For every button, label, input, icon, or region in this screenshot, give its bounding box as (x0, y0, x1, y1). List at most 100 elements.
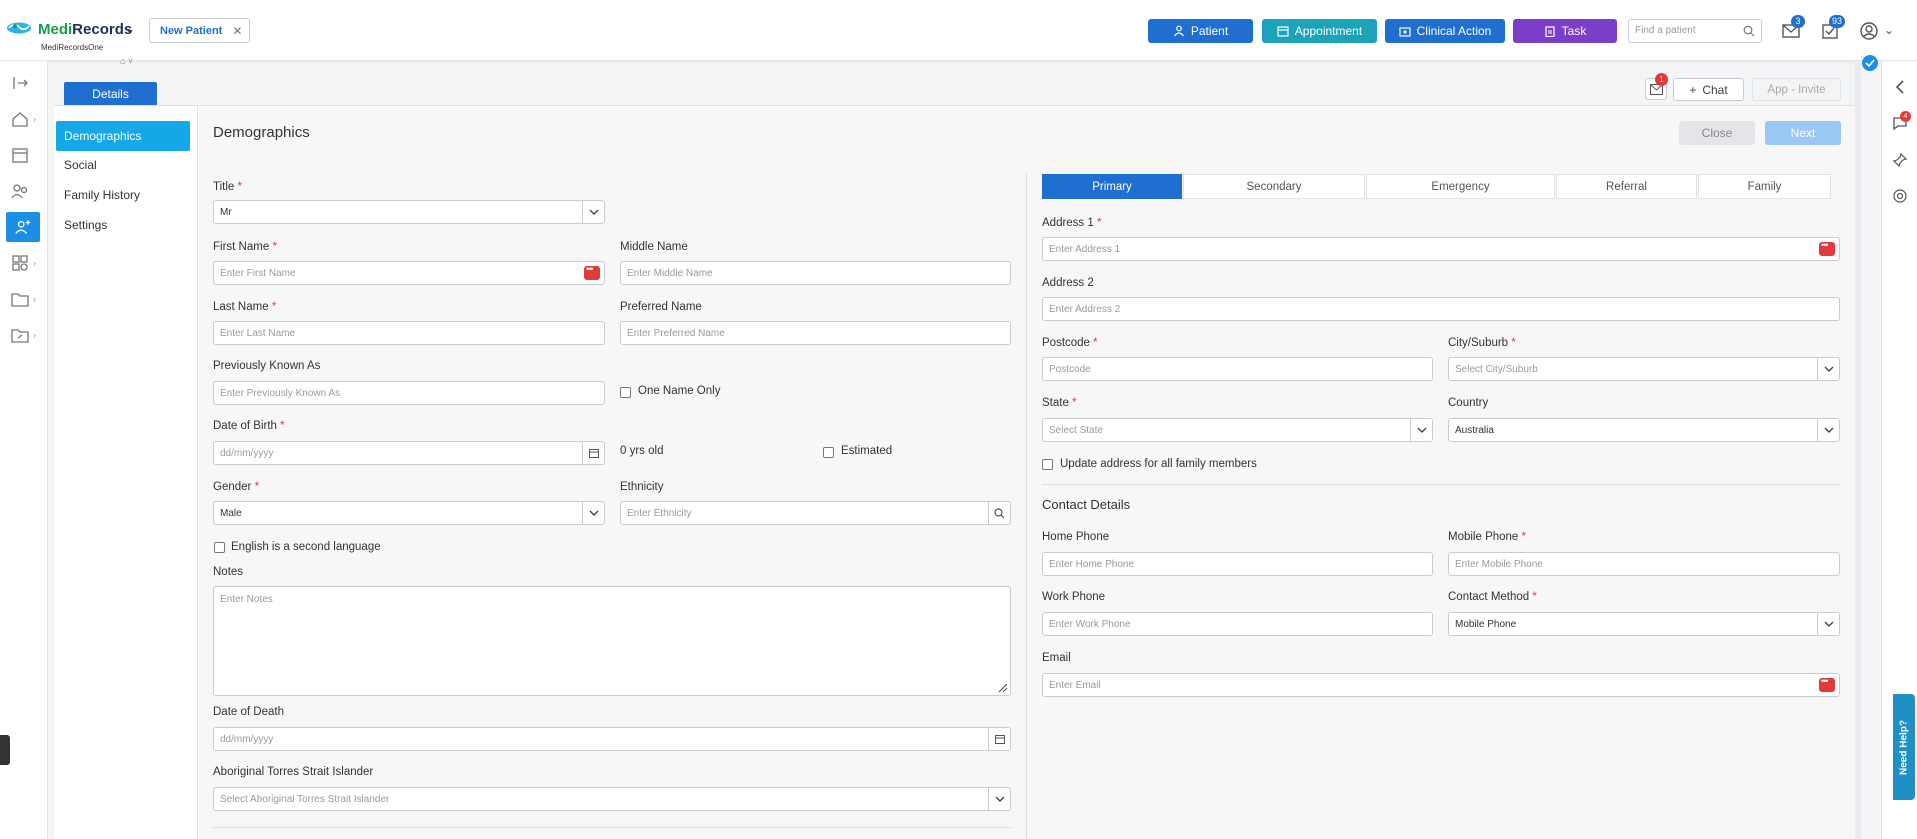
city-label: City/Suburb * (1448, 337, 1516, 349)
chevron-down-icon[interactable] (582, 502, 604, 524)
city-select[interactable]: Select City/Suburb (1448, 357, 1840, 381)
search-icon[interactable] (1743, 25, 1755, 37)
calendar-icon (1277, 26, 1289, 37)
breadcrumb-home-icon[interactable]: ⌂ ˅ (120, 56, 133, 66)
one-name-only-checkbox[interactable] (620, 387, 631, 398)
chevron-right-icon: › (33, 330, 36, 340)
preferred-name-input[interactable]: Enter Preferred Name (620, 321, 1011, 345)
first-name-input[interactable]: Enter First Name (213, 261, 605, 285)
home-phone-input[interactable]: Enter Home Phone (1042, 552, 1433, 576)
chevron-down-icon[interactable] (1410, 419, 1432, 441)
tab-primary[interactable]: Primary (1042, 174, 1182, 199)
need-help-button[interactable]: Need Help? (1893, 694, 1915, 800)
calendar-icon[interactable] (582, 442, 604, 464)
home-icon[interactable] (10, 109, 30, 129)
task-button[interactable]: Task (1513, 19, 1617, 43)
tab-family[interactable]: Family (1698, 174, 1831, 199)
preferred-name-label: Preferred Name (620, 301, 702, 313)
divider (1042, 484, 1840, 485)
dob-input[interactable]: dd/mm/yyyy (213, 441, 605, 465)
english-second-language-label: English is a second language (231, 541, 381, 553)
country-select[interactable]: Australia (1448, 418, 1840, 442)
contact-method-select[interactable]: Mobile Phone (1448, 612, 1840, 636)
resize-handle-icon[interactable] (998, 683, 1008, 693)
folder-share-icon[interactable] (10, 325, 30, 345)
last-name-input[interactable]: Enter Last Name (213, 321, 605, 345)
tab-referral[interactable]: Referral (1556, 174, 1697, 199)
email-input[interactable]: Enter Email (1042, 673, 1840, 697)
chevron-down-icon[interactable] (1817, 419, 1839, 441)
estimated-checkbox[interactable] (823, 447, 834, 458)
subnav-item-demographics[interactable]: Demographics (56, 121, 190, 151)
calendar-icon[interactable] (988, 728, 1010, 750)
patient-icon (15, 220, 31, 234)
brand-name[interactable]: MediRecords (38, 21, 132, 38)
close-button[interactable]: Close (1679, 121, 1755, 145)
floating-tool-button[interactable] (0, 735, 10, 765)
atsi-label: Aboriginal Torres Strait Islander (213, 766, 374, 778)
medical-bag-icon (1399, 27, 1411, 37)
ethnicity-input[interactable]: Enter Ethnicity (620, 501, 1011, 525)
users-icon[interactable] (10, 181, 30, 201)
chevron-down-icon[interactable]: ⌄ (1884, 23, 1894, 37)
patients-nav-active[interactable] (6, 212, 40, 242)
calendar-icon[interactable] (10, 145, 30, 165)
close-icon[interactable]: ✕ (232, 24, 242, 38)
work-phone-input[interactable]: Enter Work Phone (1042, 612, 1433, 636)
subnav-item-settings[interactable]: Settings (56, 210, 190, 240)
next-button[interactable]: Next (1765, 121, 1841, 145)
more-options-icon[interactable] (1819, 676, 1835, 692)
chevron-down-icon[interactable] (1817, 613, 1839, 635)
patient-button[interactable]: Patient (1148, 19, 1253, 43)
notifications-button[interactable]: 1 (1645, 73, 1668, 100)
at-sign-icon[interactable] (1892, 188, 1908, 204)
appointment-button[interactable]: Appointment (1262, 19, 1377, 43)
gender-select[interactable]: Male (213, 501, 605, 525)
chevron-down-icon[interactable] (582, 201, 604, 223)
app-invite-button[interactable]: App - Invite (1752, 78, 1841, 101)
chat-button[interactable]: + Chat (1673, 78, 1744, 101)
chat-label: Chat (1702, 82, 1728, 97)
mobile-phone-input[interactable]: Enter Mobile Phone (1448, 552, 1840, 576)
address2-input[interactable]: Enter Address 2 (1042, 297, 1840, 321)
update-family-address-checkbox[interactable] (1042, 459, 1053, 470)
previously-known-input[interactable]: Enter Previously Known As (213, 381, 605, 405)
logout-icon[interactable] (10, 73, 30, 93)
chevron-down-icon[interactable] (988, 788, 1010, 810)
open-tab-new-patient[interactable]: New Patient ✕ (149, 18, 250, 43)
postcode-input[interactable]: Postcode (1042, 357, 1433, 381)
grid-apps-icon[interactable] (10, 253, 30, 273)
search-icon[interactable] (988, 502, 1010, 524)
chevron-down-icon[interactable] (1817, 358, 1839, 380)
english-second-language-checkbox[interactable] (214, 542, 225, 553)
state-select[interactable]: Select State (1042, 418, 1433, 442)
tab-emergency[interactable]: Emergency (1366, 174, 1555, 199)
need-help-label: Need Help? (1898, 719, 1910, 775)
chevron-right-icon: › (33, 294, 36, 304)
address1-input[interactable]: Enter Address 1 (1042, 237, 1840, 261)
user-account-icon[interactable] (1859, 21, 1879, 41)
atsi-select[interactable]: Select Aboriginal Torres Strait Islander (213, 787, 1011, 811)
more-options-icon[interactable] (1819, 240, 1835, 256)
check-status-icon[interactable] (1862, 55, 1878, 71)
chevron-left-icon[interactable] (1894, 80, 1906, 94)
middle-name-input[interactable]: Enter Middle Name (620, 261, 1011, 285)
subnav-item-social[interactable]: Social (56, 150, 190, 180)
chevron-down-icon[interactable]: ⌄ (125, 22, 135, 36)
tab-details[interactable]: Details (64, 82, 157, 105)
notes-textarea[interactable]: Enter Notes (213, 586, 1011, 696)
work-phone-label: Work Phone (1042, 591, 1106, 603)
subnav-item-family-history[interactable]: Family History (56, 180, 190, 210)
first-name-label: First Name * (213, 241, 277, 253)
patient-search-input[interactable]: Find a patient (1628, 19, 1762, 43)
dod-placeholder: dd/mm/yyyy (220, 733, 274, 745)
pin-icon[interactable] (1892, 152, 1908, 168)
folder-icon[interactable] (10, 289, 30, 309)
more-options-icon[interactable] (584, 264, 600, 280)
state-label: State * (1042, 397, 1077, 409)
dod-input[interactable]: dd/mm/yyyy (213, 727, 1011, 751)
page-title: Demographics (213, 124, 310, 141)
title-select[interactable]: Mr (213, 200, 605, 224)
clinical-action-button[interactable]: Clinical Action (1385, 19, 1505, 43)
tab-secondary[interactable]: Secondary (1183, 174, 1365, 199)
